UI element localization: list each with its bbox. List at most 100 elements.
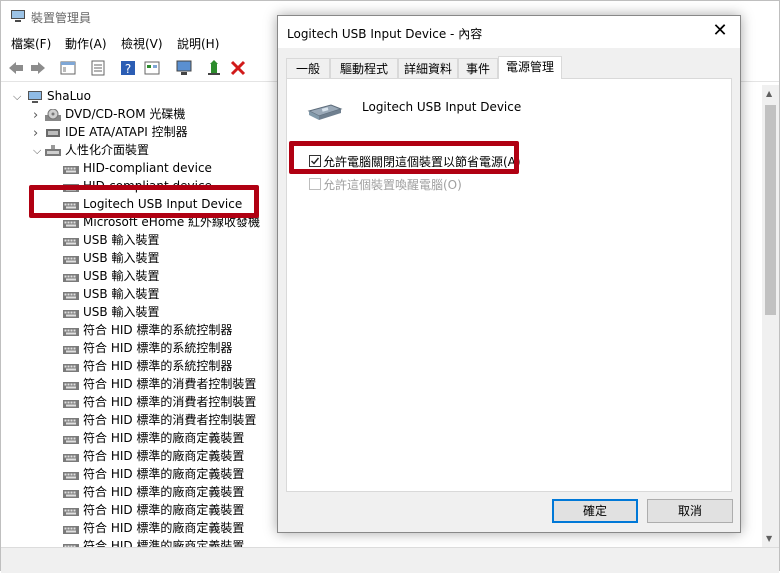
hid-device-icon <box>63 305 83 319</box>
hid-device-icon <box>63 431 83 445</box>
tree-node[interactable]: 符合 HID 標準的廠商定義裝置 <box>63 501 244 519</box>
hid-device-icon <box>63 287 83 301</box>
tree-node-label: 符合 HID 標準的消費者控制裝置 <box>83 395 257 409</box>
tree-scrollbar[interactable]: ▲ ▼ <box>762 85 779 547</box>
tree-node[interactable]: HID-compliant device <box>63 159 212 177</box>
hid-device-icon <box>63 233 83 247</box>
tree-expander-icon[interactable]: › <box>33 126 38 141</box>
scroll-up-icon[interactable]: ▲ <box>766 89 772 98</box>
device-tree: ⌵ ShaLuo › DVD/CD-ROM 光碟機 › IDE ATA/ATAPI 控制器… <box>1 85 281 547</box>
tree-node[interactable]: 符合 HID 標準的廠商定義裝置 <box>63 447 244 465</box>
allow-wake-checkbox: 允許這個裝置喚醒電腦(O) <box>309 176 462 193</box>
tree-node[interactable]: 符合 HID 標準的系統控制器 <box>63 321 232 339</box>
tree-node[interactable]: IDE ATA/ATAPI 控制器 <box>45 123 188 141</box>
menu-action[interactable]: 動作(A) <box>65 35 107 52</box>
device-manager-icon <box>11 10 25 22</box>
hid-device-icon <box>63 377 83 391</box>
menu-file[interactable]: 檔案(F) <box>11 35 51 52</box>
ok-button[interactable]: 確定 <box>552 499 638 523</box>
forward-arrow-icon[interactable] <box>29 59 47 77</box>
tree-node[interactable]: USB 輸入裝置 <box>63 231 159 249</box>
show-hide-tree-icon[interactable] <box>59 59 77 77</box>
tree-node[interactable]: ShaLuo <box>27 87 91 105</box>
hid-device-icon <box>63 503 83 517</box>
tree-node-label: 人性化介面裝置 <box>65 143 150 157</box>
tree-node-label: 符合 HID 標準的系統控制器 <box>83 359 233 373</box>
menu-view[interactable]: 檢視(V) <box>121 35 163 52</box>
scrollbar-thumb[interactable] <box>765 105 776 315</box>
help-icon[interactable]: ? <box>119 59 137 77</box>
tree-node-label: USB 輸入裝置 <box>83 269 160 283</box>
properties-icon[interactable] <box>89 59 107 77</box>
view-icon[interactable] <box>143 59 161 77</box>
tree-node-label: 符合 HID 標準的廠商定義裝置 <box>83 521 245 535</box>
tree-node-label: 符合 HID 標準的廠商定義裝置 <box>83 539 245 547</box>
tab-strip: 一般 驅動程式 詳細資料 事件 電源管理 <box>286 56 732 79</box>
tree-node-label: 符合 HID 標準的消費者控制裝置 <box>83 377 257 391</box>
tree-node-label: 符合 HID 標準的系統控制器 <box>83 323 233 337</box>
tree-node[interactable]: 符合 HID 標準的廠商定義裝置 <box>63 519 244 537</box>
tree-node-label: USB 輸入裝置 <box>83 305 160 319</box>
hid-device-icon <box>63 395 83 409</box>
hid-device-icon <box>63 539 83 547</box>
tree-expander-icon[interactable]: ⌵ <box>13 90 21 104</box>
scroll-down-icon[interactable]: ▼ <box>766 534 772 543</box>
tree-node-label: 符合 HID 標準的系統控制器 <box>83 341 233 355</box>
tree-node-label: USB 輸入裝置 <box>83 251 160 265</box>
hid-device-icon <box>63 341 83 355</box>
dialog-title-bar: Logitech USB Input Device - 內容 ✕ <box>278 16 740 48</box>
tree-node[interactable]: USB 輸入裝置 <box>63 285 159 303</box>
uninstall-x-icon[interactable] <box>229 59 247 77</box>
hid-device-icon <box>63 269 83 283</box>
tree-node[interactable]: DVD/CD-ROM 光碟機 <box>45 105 185 123</box>
tree-node-label: ShaLuo <box>47 89 91 103</box>
tree-node[interactable]: USB 輸入裝置 <box>63 267 159 285</box>
tree-node-label: 符合 HID 標準的消費者控制裝置 <box>83 413 257 427</box>
update-driver-icon[interactable] <box>205 59 223 77</box>
tree-node[interactable]: 符合 HID 標準的廠商定義裝置 <box>63 429 244 447</box>
tree-node[interactable]: 符合 HID 標準的廠商定義裝置 <box>63 537 244 547</box>
optical-drive-icon <box>45 107 65 121</box>
tree-node[interactable]: 符合 HID 標準的系統控制器 <box>63 357 232 375</box>
checkbox-box-disabled <box>309 178 321 190</box>
tree-node[interactable]: USB 輸入裝置 <box>63 249 159 267</box>
dialog-title: Logitech USB Input Device - 內容 <box>287 27 483 41</box>
tree-node[interactable]: 符合 HID 標準的消費者控制裝置 <box>63 393 256 411</box>
tree-node-label: 符合 HID 標準的廠商定義裝置 <box>83 449 245 463</box>
menu-help[interactable]: 說明(H) <box>177 35 219 52</box>
ide-controller-icon <box>45 125 65 139</box>
tab-events[interactable]: 事件 <box>458 58 498 78</box>
hid-device-icon <box>63 323 83 337</box>
tree-node-label: DVD/CD-ROM 光碟機 <box>65 107 186 121</box>
tree-node[interactable]: 符合 HID 標準的消費者控制裝置 <box>63 375 256 393</box>
tree-expander-icon[interactable]: › <box>33 108 38 123</box>
tree-node[interactable]: 符合 HID 標準的消費者控制裝置 <box>63 411 256 429</box>
highlight-box-checkbox <box>289 141 519 174</box>
tree-node[interactable]: 符合 HID 標準的廠商定義裝置 <box>63 483 244 501</box>
tab-details[interactable]: 詳細資料 <box>398 58 458 78</box>
highlight-box-tree-item <box>29 185 259 218</box>
hid-device-icon <box>63 467 83 481</box>
device-name: Logitech USB Input Device <box>362 100 522 114</box>
hid-device-icon <box>63 449 83 463</box>
tree-node[interactable]: USB 輸入裝置 <box>63 303 159 321</box>
tree-node-label: 符合 HID 標準的廠商定義裝置 <box>83 503 245 517</box>
status-bar <box>1 547 779 573</box>
tab-driver[interactable]: 驅動程式 <box>330 58 398 78</box>
scan-hardware-icon[interactable] <box>175 59 193 77</box>
tree-expander-icon[interactable]: ⌵ <box>33 144 41 158</box>
tree-node[interactable]: 符合 HID 標準的廠商定義裝置 <box>63 465 244 483</box>
tab-general[interactable]: 一般 <box>286 58 330 78</box>
usb-device-icon <box>307 104 343 120</box>
tree-node[interactable]: 符合 HID 標準的系統控制器 <box>63 339 232 357</box>
cancel-button[interactable]: 取消 <box>647 499 733 523</box>
hid-device-icon <box>63 251 83 265</box>
back-arrow-icon[interactable] <box>7 59 25 77</box>
tree-node-label: 符合 HID 標準的廠商定義裝置 <box>83 431 245 445</box>
close-icon[interactable]: ✕ <box>710 21 730 41</box>
hid-device-icon <box>63 161 83 175</box>
tree-node[interactable]: 人性化介面裝置 <box>45 141 149 159</box>
tree-node-label: USB 輸入裝置 <box>83 233 160 247</box>
tab-power-management[interactable]: 電源管理 <box>498 56 562 79</box>
tree-node-label: USB 輸入裝置 <box>83 287 160 301</box>
